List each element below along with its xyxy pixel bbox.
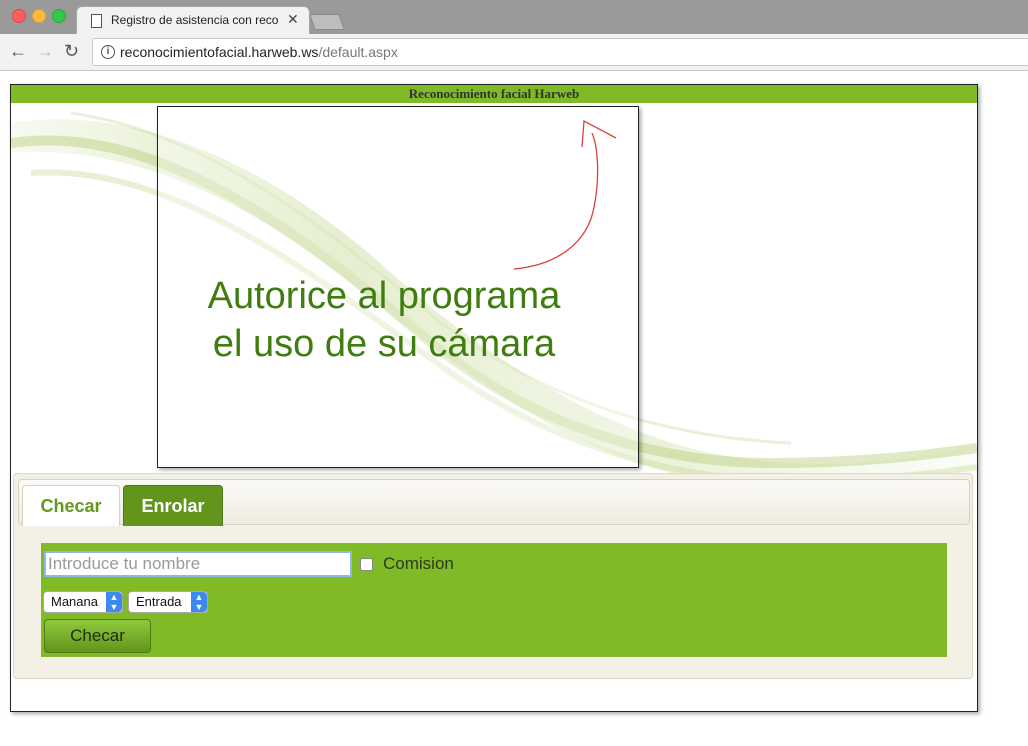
close-window-button[interactable] bbox=[12, 9, 26, 23]
tabs-panel: Checar Enrolar Comision Manana ▲▼ Entrad… bbox=[13, 473, 973, 679]
back-arrow-icon[interactable]: ← bbox=[9, 41, 27, 61]
comision-checkbox[interactable] bbox=[360, 558, 373, 571]
turno-select[interactable]: Manana ▲ ▼ bbox=[43, 591, 123, 613]
maximize-window-button[interactable] bbox=[52, 9, 66, 23]
curved-arrow-icon bbox=[513, 119, 617, 270]
reload-icon[interactable]: ↻ bbox=[64, 41, 79, 61]
url-host: reconocimientofacial.harweb.ws bbox=[120, 44, 319, 60]
page-icon bbox=[91, 14, 102, 28]
url-path: /default.aspx bbox=[318, 44, 398, 60]
browser-toolbar: ← → ↻ i reconocimientofacial.harweb.ws/d… bbox=[0, 34, 1028, 71]
turno-selected-value: Manana bbox=[51, 594, 98, 609]
new-tab-button[interactable] bbox=[309, 14, 345, 30]
tipo-select[interactable]: Entrada ▲ ▼ bbox=[128, 591, 208, 613]
name-input[interactable] bbox=[44, 551, 352, 577]
tipo-selected-value: Entrada bbox=[136, 594, 182, 609]
up-down-chevron-icon: ▲ ▼ bbox=[191, 592, 207, 612]
checar-button[interactable]: Checar bbox=[44, 619, 151, 653]
forward-arrow-icon[interactable]: → bbox=[36, 41, 54, 61]
checar-form: Comision Manana ▲▼ Entrada ▲▼ Checar bbox=[41, 543, 947, 657]
url-text: reconocimientofacial.harweb.ws/default.a… bbox=[120, 44, 398, 60]
comision-label: Comision bbox=[383, 554, 454, 573]
tab-checar[interactable]: Checar bbox=[22, 485, 120, 526]
info-icon[interactable]: i bbox=[101, 45, 115, 59]
app-header: Reconocimiento facial Harweb bbox=[11, 85, 977, 103]
tab-title: Registro de asistencia con reco bbox=[111, 13, 279, 27]
minimize-window-button[interactable] bbox=[32, 9, 46, 23]
tabs-bar: Checar Enrolar bbox=[18, 479, 970, 526]
up-down-chevron-icon: ▲ ▼ bbox=[106, 592, 122, 612]
close-tab-icon[interactable]: ✕ bbox=[287, 11, 299, 28]
browser-tabstrip: Registro de asistencia con reco ✕ bbox=[0, 0, 1028, 35]
address-bar[interactable]: i reconocimientofacial.harweb.ws/default… bbox=[92, 38, 1028, 66]
app-frame: Reconocimiento facial Harweb Autorice al… bbox=[10, 84, 978, 712]
camera-preview: Autorice al programa el uso de su cámara bbox=[157, 106, 639, 468]
tab-enrolar[interactable]: Enrolar bbox=[123, 485, 223, 526]
browser-tab[interactable]: Registro de asistencia con reco ✕ bbox=[76, 6, 310, 35]
